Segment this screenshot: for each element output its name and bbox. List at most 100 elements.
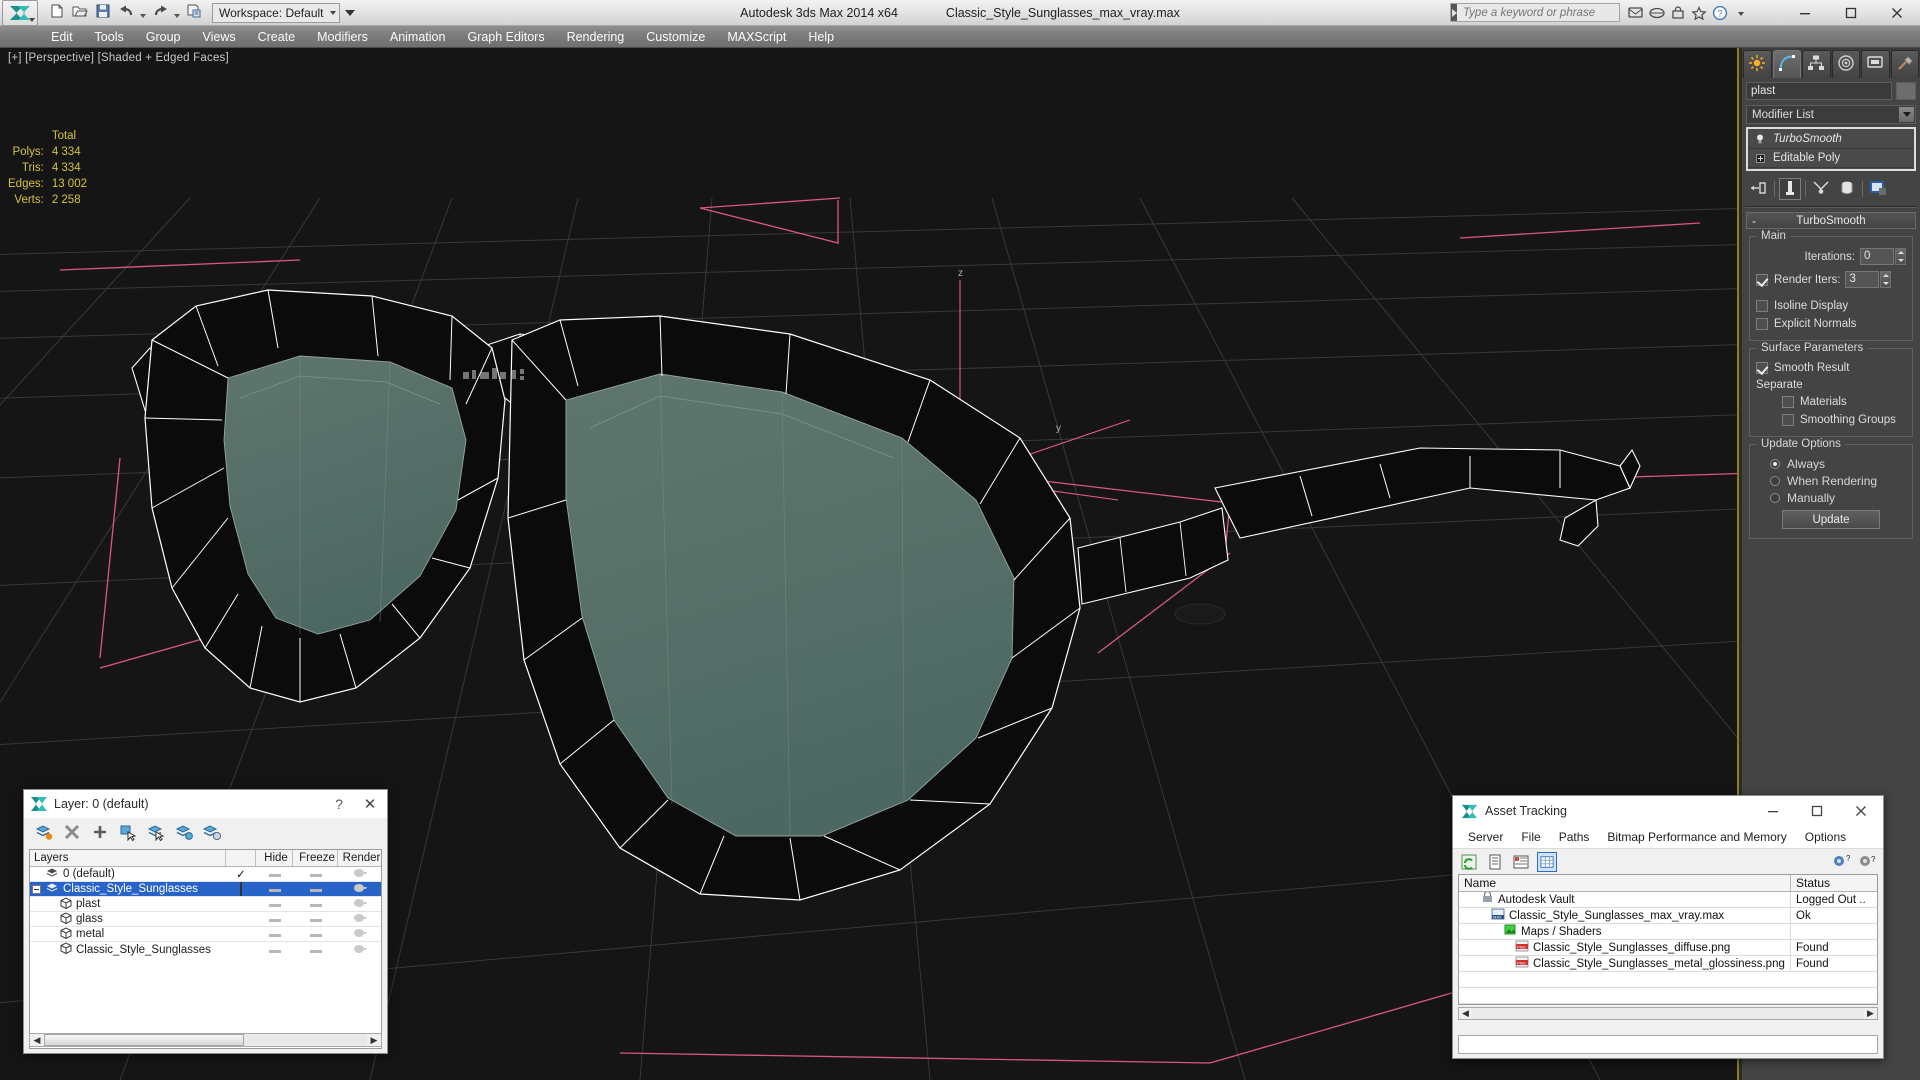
create-new-layer-button[interactable] — [34, 822, 54, 842]
explicit-normals-row[interactable]: Explicit Normals — [1756, 315, 1906, 333]
chevron-down-icon[interactable] — [1898, 106, 1915, 123]
col-status[interactable]: Status — [1791, 875, 1877, 891]
sign-in-icon[interactable] — [1626, 3, 1645, 22]
layer-object-row-classic-style-sunglasses[interactable]: Classic_Style_Sunglasses — [30, 942, 381, 957]
new-file-button[interactable] — [46, 2, 68, 24]
render-toggle[interactable] — [338, 867, 381, 881]
undo-dropdown-button[interactable] — [138, 2, 148, 24]
menu-rendering[interactable]: Rendering — [556, 26, 636, 48]
render-toggle[interactable] — [338, 882, 381, 896]
asset-tracking-dialog[interactable]: Asset Tracking Server File Paths Bitmap … — [1452, 795, 1884, 1059]
menu-modifiers[interactable]: Modifiers — [306, 26, 379, 48]
explicit-normals-checkbox[interactable] — [1756, 318, 1768, 330]
iterations-field[interactable]: 0 — [1860, 248, 1894, 265]
remove-modifier-button[interactable] — [1836, 178, 1858, 200]
select-objects-in-layer-button[interactable] — [118, 822, 138, 842]
configure-modifier-sets-button[interactable] — [1867, 178, 1889, 200]
hide-toggle[interactable] — [256, 913, 293, 925]
current-layer-check[interactable]: ✓ — [226, 867, 256, 881]
layer-horizontal-scrollbar[interactable]: ◀ ▶ — [29, 1033, 382, 1047]
smooth-result-checkbox[interactable] — [1756, 362, 1768, 374]
render-iters-field[interactable]: 3 — [1845, 271, 1879, 288]
freeze-toggle[interactable] — [293, 898, 338, 910]
layer-object-row-metal[interactable]: metal — [30, 927, 381, 942]
undo-button[interactable] — [115, 2, 137, 24]
menu-customize[interactable]: Customize — [635, 26, 716, 48]
asset-menu-options[interactable]: Options — [1796, 827, 1855, 847]
open-file-button[interactable] — [69, 2, 91, 24]
separate-materials-row[interactable]: Materials — [1782, 393, 1906, 411]
modifier-stack[interactable]: TurboSmooth Editable Poly — [1746, 127, 1916, 171]
object-color-swatch[interactable] — [1896, 82, 1916, 100]
col-name[interactable]: Name — [1459, 875, 1791, 891]
refresh-green-icon[interactable] — [1459, 852, 1479, 872]
render-toggle[interactable] — [338, 897, 381, 911]
current-layer-checkbox[interactable] — [226, 883, 256, 895]
render-iters-checkbox[interactable] — [1756, 274, 1768, 286]
scroll-left-arrow-icon[interactable]: ◀ — [1459, 1008, 1472, 1019]
stack-item-editable-poly[interactable]: Editable Poly — [1749, 149, 1913, 168]
scroll-left-arrow-icon[interactable]: ◀ — [30, 1035, 44, 1046]
isoline-display-checkbox[interactable] — [1756, 300, 1768, 312]
separate-smoothing-groups-row[interactable]: Smoothing Groups — [1782, 411, 1906, 429]
menu-create[interactable]: Create — [247, 26, 307, 48]
update-when-rendering-radio[interactable] — [1770, 476, 1780, 486]
layer-dialog[interactable]: Layer: 0 (default) ? ✕ — [23, 789, 388, 1054]
update-button[interactable]: Update — [1782, 510, 1880, 529]
tab-display[interactable] — [1861, 50, 1890, 78]
update-manually-radio[interactable] — [1770, 493, 1780, 503]
layer-object-row-glass[interactable]: glass — [30, 912, 381, 927]
render-toggle[interactable] — [338, 927, 381, 941]
asset-horizontal-scrollbar[interactable]: ◀ ▶ — [1458, 1007, 1878, 1020]
layer-object-row-plast[interactable]: plast — [30, 897, 381, 912]
scroll-track[interactable] — [1472, 1008, 1864, 1019]
asset-menu-bitmap-performance-and-memory[interactable]: Bitmap Performance and Memory — [1598, 827, 1795, 847]
tab-modify[interactable] — [1773, 50, 1802, 78]
show-end-result-button[interactable] — [1779, 178, 1801, 200]
workspace-selector[interactable]: Workspace: Default — [212, 3, 340, 23]
freeze-toggle[interactable] — [293, 913, 338, 925]
detail-view-icon[interactable] — [1511, 852, 1531, 872]
save-file-button[interactable] — [92, 2, 114, 24]
asset-maximize-button[interactable] — [1795, 796, 1839, 826]
menu-maxscript[interactable]: MAXScript — [716, 26, 797, 48]
asset-list-grid[interactable]: Name Status Autodesk Vault Logged Out ..… — [1458, 874, 1878, 1005]
hide-toggle[interactable] — [256, 868, 293, 880]
scroll-track[interactable] — [44, 1034, 367, 1046]
exchange-app-store-icon[interactable] — [1668, 3, 1687, 22]
menu-help[interactable]: Help — [797, 26, 845, 48]
asset-menu-paths[interactable]: Paths — [1550, 827, 1599, 847]
menu-edit[interactable]: Edit — [40, 26, 84, 48]
help-question-icon[interactable]: ? — [1710, 3, 1729, 22]
list-view-icon[interactable] — [1485, 852, 1505, 872]
freeze-toggle[interactable] — [293, 944, 338, 956]
application-menu-button[interactable] — [2, 0, 38, 26]
expand-plus-icon[interactable] — [1753, 151, 1767, 165]
scroll-right-arrow-icon[interactable]: ▶ — [367, 1035, 381, 1046]
smooth-result-row[interactable]: Smooth Result — [1756, 359, 1906, 377]
isoline-display-row[interactable]: Isoline Display — [1756, 297, 1906, 315]
scroll-right-arrow-icon[interactable]: ▶ — [1864, 1008, 1877, 1019]
search-input[interactable] — [1457, 7, 1619, 19]
redo-button[interactable] — [149, 2, 171, 24]
object-name-field[interactable]: plast — [1746, 82, 1892, 100]
set-project-folder-button[interactable] — [183, 2, 205, 24]
make-unique-button[interactable] — [1810, 178, 1832, 200]
render-toggle[interactable] — [338, 943, 381, 957]
redo-dropdown-button[interactable] — [172, 2, 182, 24]
vault-login-icon[interactable]: ? — [1831, 852, 1851, 872]
update-when-rendering-row[interactable]: When Rendering — [1770, 472, 1906, 489]
iterations-spinner[interactable] — [1895, 248, 1906, 265]
asset-menu-server[interactable]: Server — [1459, 827, 1512, 847]
select-highlighted-layers-button[interactable] — [146, 822, 166, 842]
hide-toggle[interactable] — [256, 944, 293, 956]
menu-views[interactable]: Views — [191, 26, 246, 48]
update-always-row[interactable]: Always — [1770, 455, 1906, 472]
tab-utilities[interactable] — [1891, 50, 1920, 78]
add-selection-to-layer-button[interactable] — [90, 822, 110, 842]
viewport-label[interactable]: [+] [Perspective] [Shaded + Edged Faces] — [8, 52, 229, 64]
col-hide[interactable]: Hide — [256, 850, 293, 866]
freeze-toggle[interactable] — [293, 928, 338, 940]
freeze-toggle[interactable] — [293, 883, 338, 895]
hide-toggle[interactable] — [256, 898, 293, 910]
